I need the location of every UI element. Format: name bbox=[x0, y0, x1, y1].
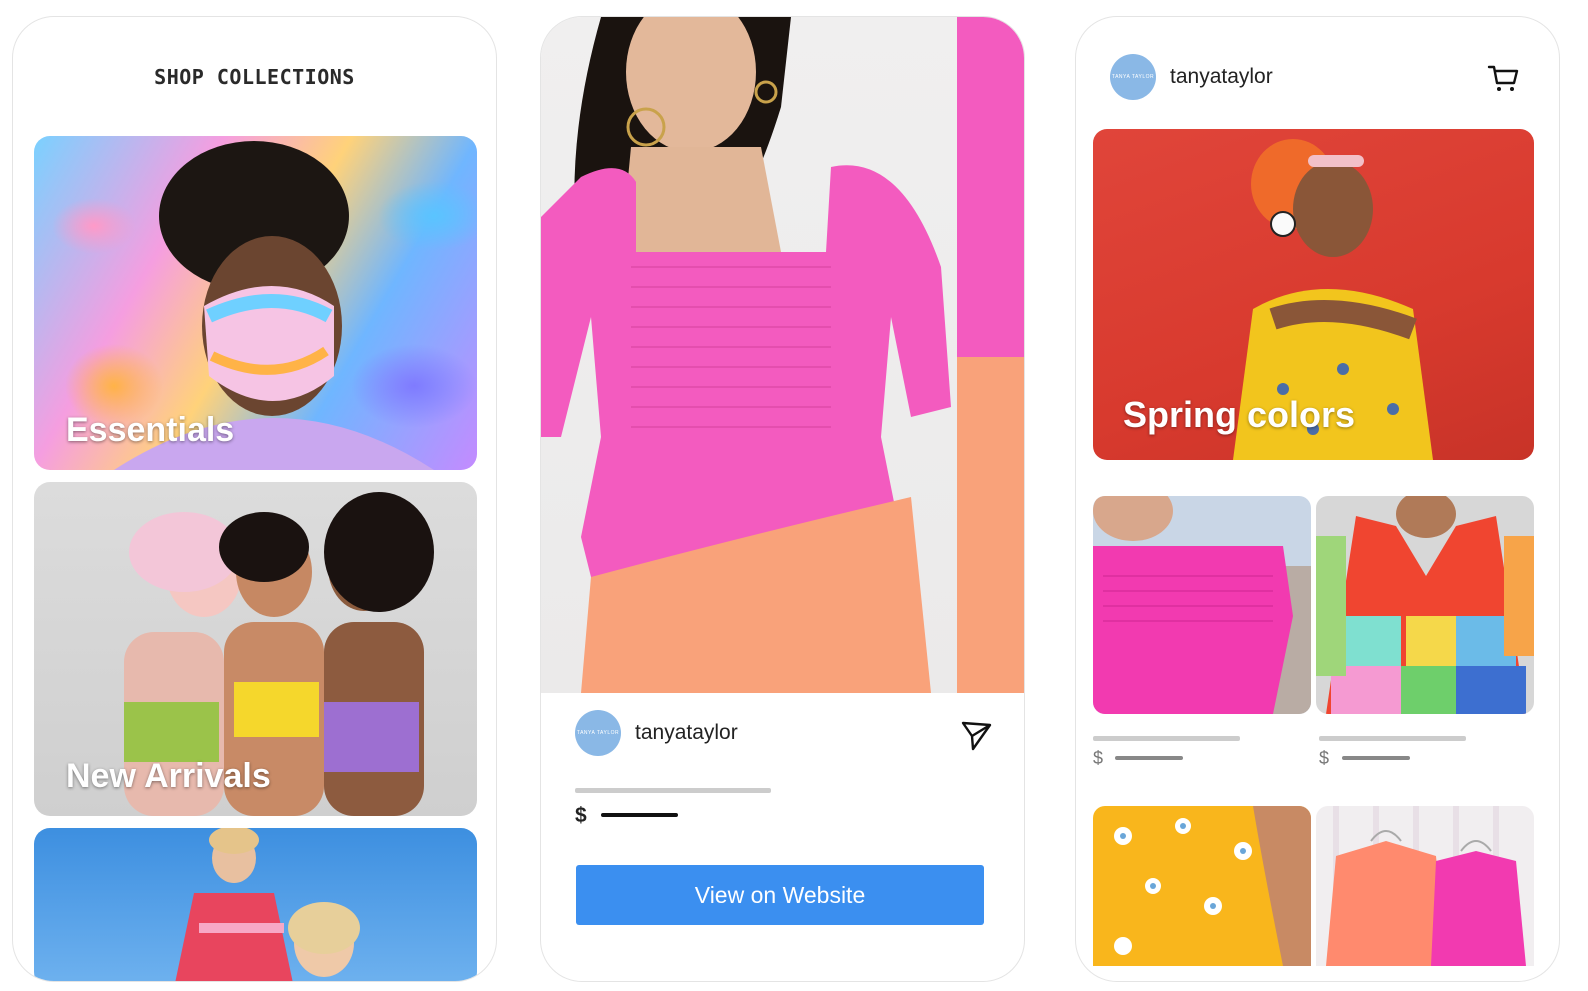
product-name-placeholder bbox=[1319, 736, 1466, 741]
product-image bbox=[1316, 806, 1534, 966]
product-name-placeholder bbox=[575, 788, 771, 793]
price-currency: $ bbox=[575, 804, 587, 827]
collection-image bbox=[34, 828, 477, 981]
product-image bbox=[1093, 496, 1311, 714]
brand-shop-screen: TANYA TAYLOR tanyataylor Spring colors $… bbox=[1075, 16, 1560, 982]
collection-card-essentials[interactable]: Essentials bbox=[34, 136, 477, 470]
collection-label: Spring colors bbox=[1123, 394, 1356, 435]
product-tile-pink-dress[interactable] bbox=[1093, 496, 1311, 714]
product-detail-screen: TANYA TAYLOR tanyataylor $ View on Websi… bbox=[540, 16, 1025, 982]
send-icon[interactable] bbox=[957, 715, 995, 753]
collection-card-new-arrivals[interactable]: New Arrivals bbox=[34, 482, 477, 816]
product-tile-colorblock-dress[interactable] bbox=[1316, 496, 1534, 714]
price-currency: $ bbox=[1093, 748, 1104, 768]
next-product-preview[interactable] bbox=[957, 17, 1024, 693]
product-image bbox=[1093, 806, 1311, 966]
cart-icon[interactable] bbox=[1486, 61, 1520, 95]
price-placeholder bbox=[1115, 756, 1183, 760]
price-currency: $ bbox=[1319, 748, 1330, 768]
seller-row: TANYA TAYLOR tanyataylor bbox=[575, 709, 995, 757]
view-on-website-button[interactable]: View on Website bbox=[576, 865, 984, 925]
product-tile-yellow-floral[interactable] bbox=[1093, 806, 1311, 966]
product-image[interactable] bbox=[541, 17, 961, 693]
brand-header: TANYA TAYLOR tanyataylor bbox=[1110, 53, 1530, 101]
brand-username: tanyataylor bbox=[1170, 65, 1273, 88]
collection-label: New Arrivals bbox=[66, 757, 271, 795]
product-tile-kids-dresses[interactable] bbox=[1316, 806, 1534, 966]
brand-avatar[interactable]: TANYA TAYLOR bbox=[575, 710, 621, 756]
collections-screen: SHOP COLLECTIONS Essentials New Arrivals bbox=[12, 16, 497, 982]
brand-avatar[interactable]: TANYA TAYLOR bbox=[1110, 54, 1156, 100]
product-image bbox=[1316, 496, 1534, 714]
price-placeholder bbox=[1342, 756, 1410, 760]
collection-label: Essentials bbox=[66, 411, 235, 449]
product-name-placeholder bbox=[1093, 736, 1240, 741]
collection-card-spring-colors[interactable]: Spring colors bbox=[1093, 129, 1534, 460]
collection-card-partial[interactable] bbox=[34, 828, 477, 981]
page-title: SHOP COLLECTIONS bbox=[154, 65, 355, 89]
brand-username[interactable]: tanyataylor bbox=[635, 721, 738, 745]
price-placeholder bbox=[601, 813, 678, 817]
